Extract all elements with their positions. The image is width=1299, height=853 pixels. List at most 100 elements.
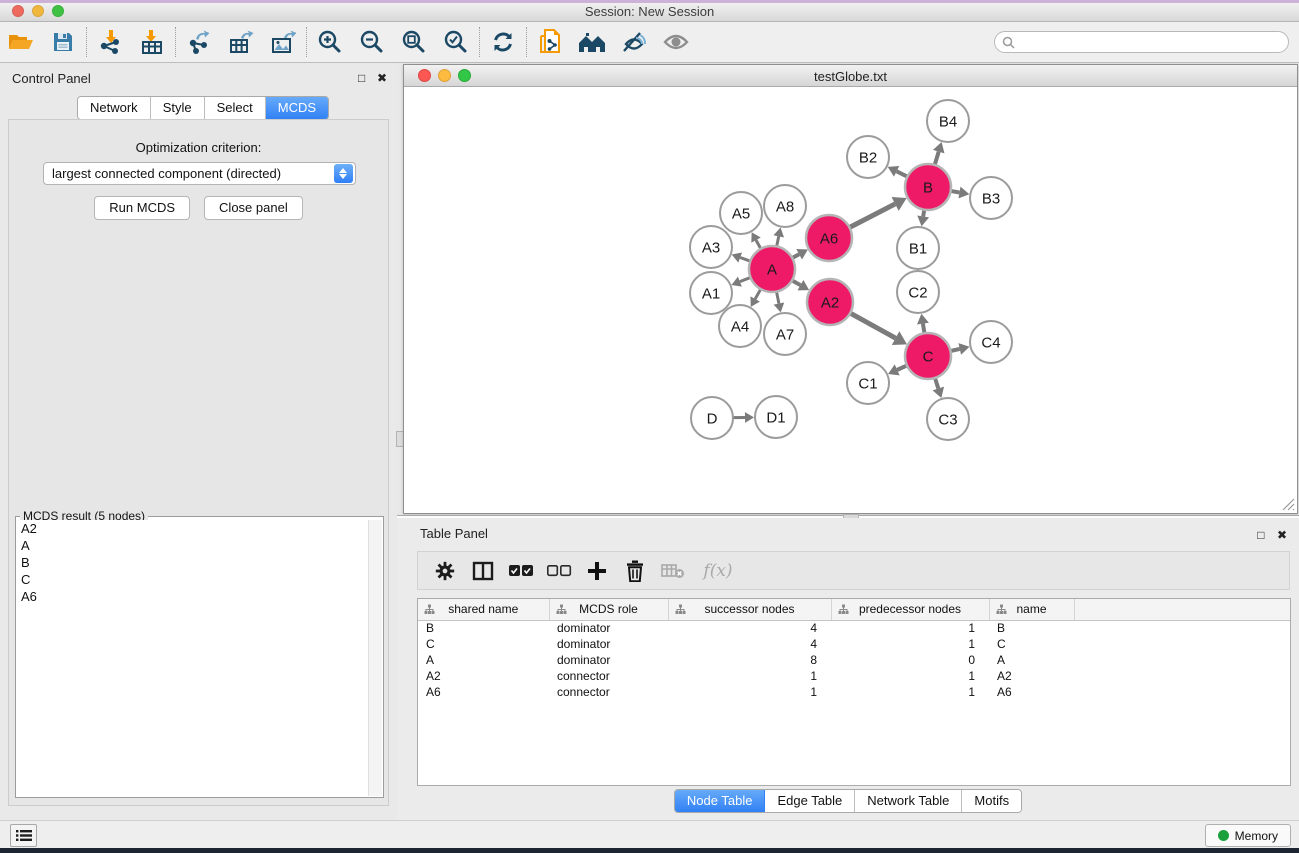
toggle-view-icon[interactable] — [655, 25, 697, 59]
column-header-successor-nodes[interactable]: successor nodes — [668, 599, 831, 620]
graph-edge-C-C1[interactable] — [897, 365, 907, 369]
open-file-icon[interactable] — [0, 25, 42, 59]
graph-edge-A-A3[interactable] — [740, 258, 750, 262]
graph-edge-B-B3[interactable] — [951, 191, 960, 193]
column-header-MCDS-role[interactable]: MCDS role — [549, 599, 668, 620]
mcds-result-item[interactable]: A6 — [17, 588, 368, 605]
show-hide-graphics-icon[interactable] — [613, 25, 655, 59]
table-row[interactable]: Adominator80A — [418, 652, 1290, 668]
zoom-in-icon[interactable] — [309, 25, 351, 59]
table-cell[interactable]: C — [989, 636, 1074, 652]
export-image-icon[interactable] — [262, 25, 304, 59]
table-cell[interactable]: 1 — [831, 668, 989, 684]
table-cell[interactable]: connector — [549, 668, 668, 684]
graph-edge-A6-B[interactable] — [849, 204, 895, 228]
task-history-button[interactable] — [10, 824, 37, 847]
table-cell[interactable]: dominator — [549, 636, 668, 652]
settings-gear-icon[interactable] — [426, 555, 464, 587]
float-panel-icon[interactable]: □ — [358, 72, 365, 84]
zoom-selected-icon[interactable] — [435, 25, 477, 59]
table-cell[interactable]: 1 — [668, 668, 831, 684]
tab-select[interactable]: Select — [205, 97, 266, 119]
column-header-shared-name[interactable]: shared name — [418, 599, 549, 620]
graph-edge-C-C2[interactable] — [923, 324, 925, 334]
graph-edge-A-A8[interactable] — [777, 236, 779, 246]
mcds-result-item[interactable]: C — [17, 571, 368, 588]
refresh-icon[interactable] — [482, 25, 524, 59]
column-header-name[interactable]: name — [989, 599, 1074, 620]
graph-edge-B-B2[interactable] — [897, 171, 908, 176]
delete-icon[interactable] — [616, 555, 654, 587]
table-cell[interactable]: A2 — [418, 668, 549, 684]
tab-network[interactable]: Network — [78, 97, 151, 119]
tab-motifs[interactable]: Motifs — [962, 790, 1021, 812]
export-table-icon[interactable] — [220, 25, 262, 59]
network-graph[interactable]: B4B2BB3A8A5A6A3B1AA1C2A2A4A7C4CC1DD1C3 — [404, 87, 1297, 513]
function-builder-icon[interactable]: f(x) — [692, 555, 744, 587]
graph-edge-A2-C[interactable] — [850, 313, 895, 338]
column-header-predecessor-nodes[interactable]: predecessor nodes — [831, 599, 989, 620]
float-table-panel-icon[interactable]: □ — [1257, 528, 1264, 542]
mcds-result-list[interactable]: A2ABCA6 — [17, 520, 368, 796]
node-table[interactable]: shared nameMCDS rolesuccessor nodesprede… — [417, 598, 1291, 786]
network-canvas[interactable]: B4B2BB3A8A5A6A3B1AA1C2A2A4A7C4CC1DD1C3 — [404, 87, 1297, 513]
table-row[interactable]: A2connector11A2 — [418, 668, 1290, 684]
table-cell[interactable]: 0 — [831, 652, 989, 668]
memory-button[interactable]: Memory — [1205, 824, 1291, 847]
select-all-icon[interactable] — [502, 555, 540, 587]
table-cell[interactable]: 4 — [668, 620, 831, 636]
graph-edge-B-B4[interactable] — [935, 152, 939, 165]
new-network-from-selection-icon[interactable] — [529, 25, 571, 59]
table-cell[interactable]: 1 — [831, 620, 989, 636]
delete-table-icon[interactable] — [654, 555, 692, 587]
add-icon[interactable] — [578, 555, 616, 587]
table-cell[interactable]: C — [418, 636, 549, 652]
table-cell[interactable]: 4 — [668, 636, 831, 652]
close-panel-button[interactable]: Close panel — [204, 196, 303, 220]
first-neighbors-icon[interactable] — [571, 25, 613, 59]
tab-edge-table[interactable]: Edge Table — [765, 790, 855, 812]
table-cell[interactable]: A — [418, 652, 549, 668]
table-cell[interactable]: 1 — [831, 636, 989, 652]
search-input[interactable] — [1015, 33, 1288, 51]
table-cell[interactable]: B — [418, 620, 549, 636]
close-table-panel-icon[interactable]: ✖ — [1277, 528, 1287, 542]
table-row[interactable]: Cdominator41C — [418, 636, 1290, 652]
import-network-icon[interactable] — [89, 25, 131, 59]
tab-network-table[interactable]: Network Table — [855, 790, 962, 812]
table-cell[interactable]: A6 — [989, 684, 1074, 700]
tab-mcds[interactable]: MCDS — [266, 97, 328, 119]
table-cell[interactable]: connector — [549, 684, 668, 700]
table-row[interactable]: Bdominator41B — [418, 620, 1290, 636]
table-cell[interactable]: dominator — [549, 620, 668, 636]
export-network-icon[interactable] — [178, 25, 220, 59]
zoom-out-icon[interactable] — [351, 25, 393, 59]
table-cell[interactable]: B — [989, 620, 1074, 636]
graph-edge-C-C3[interactable] — [935, 378, 938, 389]
table-row[interactable]: A6connector11A6 — [418, 684, 1290, 700]
table-cell[interactable]: 8 — [668, 652, 831, 668]
criterion-dropdown[interactable]: largest connected component (directed) — [43, 162, 356, 185]
table-cell[interactable]: A2 — [989, 668, 1074, 684]
tab-node-table[interactable]: Node Table — [675, 790, 766, 812]
graph-edge-A-A5[interactable] — [756, 240, 761, 249]
mcds-result-item[interactable]: A — [17, 537, 368, 554]
save-session-icon[interactable] — [42, 25, 84, 59]
mcds-result-item[interactable]: B — [17, 554, 368, 571]
table-cell[interactable]: 1 — [668, 684, 831, 700]
table-cell[interactable]: A — [989, 652, 1074, 668]
table-cell[interactable]: dominator — [549, 652, 668, 668]
table-cell[interactable]: A6 — [418, 684, 549, 700]
graph-edge-A-A4[interactable] — [755, 289, 761, 299]
close-panel-icon[interactable]: ✖ — [377, 72, 387, 84]
table-cell[interactable]: 1 — [831, 684, 989, 700]
show-column-icon[interactable] — [464, 555, 502, 587]
run-mcds-button[interactable]: Run MCDS — [94, 196, 190, 220]
tab-style[interactable]: Style — [151, 97, 205, 119]
zoom-fit-icon[interactable] — [393, 25, 435, 59]
import-table-icon[interactable] — [131, 25, 173, 59]
mcds-result-item[interactable]: A2 — [17, 520, 368, 537]
scrollbar-track[interactable] — [368, 520, 382, 796]
graph-edge-A-A7[interactable] — [777, 292, 779, 304]
network-window-titlebar[interactable]: testGlobe.txt — [404, 65, 1297, 87]
